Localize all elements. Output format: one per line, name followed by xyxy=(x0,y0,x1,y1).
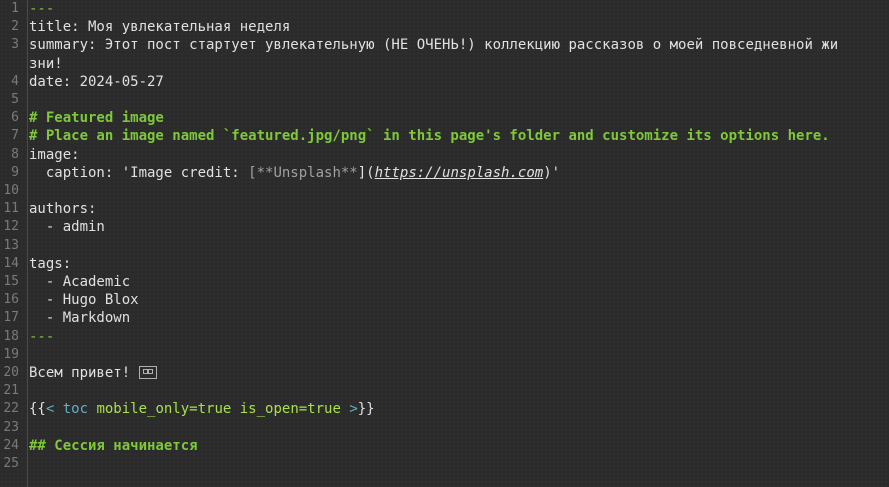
line-number: 21 xyxy=(3,383,19,399)
code-line: 18 --- xyxy=(0,328,889,346)
code-text[interactable] xyxy=(24,91,844,109)
shortcode-open-braces: {{ xyxy=(29,401,46,418)
shortcode-name: toc xyxy=(54,401,97,418)
code-line: 24 ## Сессия начинается xyxy=(0,437,889,455)
code-text[interactable]: {{< toc mobile_only=true is_open=true >}… xyxy=(24,400,844,418)
line-number: 2 xyxy=(11,19,19,35)
md-bold-text: **Unsplash** xyxy=(256,164,358,181)
code-text[interactable]: title: Моя увлекательная неделя xyxy=(24,18,844,36)
code-text[interactable] xyxy=(24,346,844,364)
line-number: 19 xyxy=(3,346,19,362)
line-number: 9 xyxy=(11,164,19,180)
line-number: 13 xyxy=(3,237,19,253)
code-text[interactable] xyxy=(24,182,844,200)
code-text[interactable]: summary: Этот пост стартует увлекательну… xyxy=(24,36,844,72)
line-number: 15 xyxy=(3,274,19,290)
code-text[interactable]: - admin xyxy=(24,218,844,236)
line-number: 22 xyxy=(3,401,19,417)
code-line: 15 - Academic xyxy=(0,273,889,291)
code-text[interactable] xyxy=(24,455,844,473)
code-line: 23 xyxy=(0,419,889,437)
line-number: 3 xyxy=(11,37,19,53)
code-line: 11 authors: xyxy=(0,200,889,218)
code-text[interactable]: image: xyxy=(24,146,844,164)
code-line: 25 xyxy=(0,455,889,473)
line-number: 8 xyxy=(11,146,19,162)
link-url[interactable]: https://unsplash.com xyxy=(375,165,544,181)
code-text[interactable] xyxy=(24,237,844,255)
heading-text[interactable]: ## Сессия начинается xyxy=(24,437,844,455)
code-text[interactable]: authors: xyxy=(24,200,844,218)
code-text[interactable] xyxy=(24,382,844,400)
line-number: 23 xyxy=(3,419,19,435)
code-line: 5 xyxy=(0,91,889,109)
code-line: 22 {{< toc mobile_only=true is_open=true… xyxy=(0,400,889,418)
code-line: 14 tags: xyxy=(0,255,889,273)
shortcode-gt: > xyxy=(340,401,358,418)
code-text[interactable]: caption: 'Image credit: [**Unsplash**](h… xyxy=(24,164,844,182)
line-number: 10 xyxy=(3,183,19,199)
code-line: 4 date: 2024-05-27 xyxy=(0,73,889,91)
comment-text[interactable]: # Place an image named `featured.jpg/png… xyxy=(24,127,844,145)
code-text[interactable]: - Academic xyxy=(24,273,844,291)
md-bracket-close: ]( xyxy=(357,164,375,181)
code-editor[interactable]: 1 --- 2 title: Моя увлекательная неделя … xyxy=(0,0,889,487)
line-number: 18 xyxy=(3,328,19,344)
md-bracket-open: [ xyxy=(248,164,257,181)
code-line: 3 summary: Этот пост стартует увлекатель… xyxy=(0,36,889,72)
code-line: 2 title: Моя увлекательная неделя xyxy=(0,18,889,36)
line-number: 5 xyxy=(11,92,19,108)
code-line: 10 xyxy=(0,182,889,200)
code-line: 20 Всем привет! xyxy=(0,364,889,382)
line-number: 12 xyxy=(3,219,19,235)
code-line: 16 - Hugo Blox xyxy=(0,291,889,309)
code-text[interactable]: - Markdown xyxy=(24,309,844,327)
code-text[interactable] xyxy=(24,419,844,437)
code-text[interactable]: date: 2024-05-27 xyxy=(24,73,844,91)
caption-prefix: caption: 'Image credit: xyxy=(29,164,249,181)
frontmatter-fence[interactable]: --- xyxy=(24,328,844,346)
shortcode-args: mobile_only=true is_open=true xyxy=(96,401,341,418)
line-number: 24 xyxy=(3,437,19,453)
comment-text[interactable]: # Featured image xyxy=(24,109,844,127)
code-line: 19 xyxy=(0,346,889,364)
line-number: 1 xyxy=(11,1,19,16)
line-number: 14 xyxy=(3,255,19,271)
line-number: 20 xyxy=(3,365,19,381)
line-number: 6 xyxy=(11,110,19,126)
greeting-text: Всем привет! xyxy=(29,365,139,382)
code-text[interactable]: Всем привет! xyxy=(24,364,844,382)
code-line: 21 xyxy=(0,382,889,400)
frontmatter-fence[interactable]: --- xyxy=(24,0,844,18)
line-number: 17 xyxy=(3,310,19,326)
line-number: 16 xyxy=(3,292,19,308)
line-number: 4 xyxy=(11,73,19,89)
code-text[interactable]: - Hugo Blox xyxy=(24,291,844,309)
line-number: 11 xyxy=(3,201,19,217)
line-number: 25 xyxy=(3,456,19,472)
caption-suffix: )' xyxy=(543,164,561,181)
code-line: 7 # Place an image named `featured.jpg/p… xyxy=(0,127,889,145)
gutter-divider xyxy=(27,0,28,487)
code-line: 13 xyxy=(0,237,889,255)
shortcode-close-braces: }} xyxy=(357,401,375,418)
line-number: 7 xyxy=(11,128,19,144)
code-line: 1 --- xyxy=(0,0,889,18)
code-line: 6 # Featured image xyxy=(0,109,889,127)
code-line: 17 - Markdown xyxy=(0,309,889,327)
emoji-placeholder-icon xyxy=(138,366,157,380)
code-line: 8 image: xyxy=(0,146,889,164)
code-text[interactable]: tags: xyxy=(24,255,844,273)
code-line: 12 - admin xyxy=(0,218,889,236)
code-line: 9 caption: 'Image credit: [**Unsplash**]… xyxy=(0,164,889,182)
